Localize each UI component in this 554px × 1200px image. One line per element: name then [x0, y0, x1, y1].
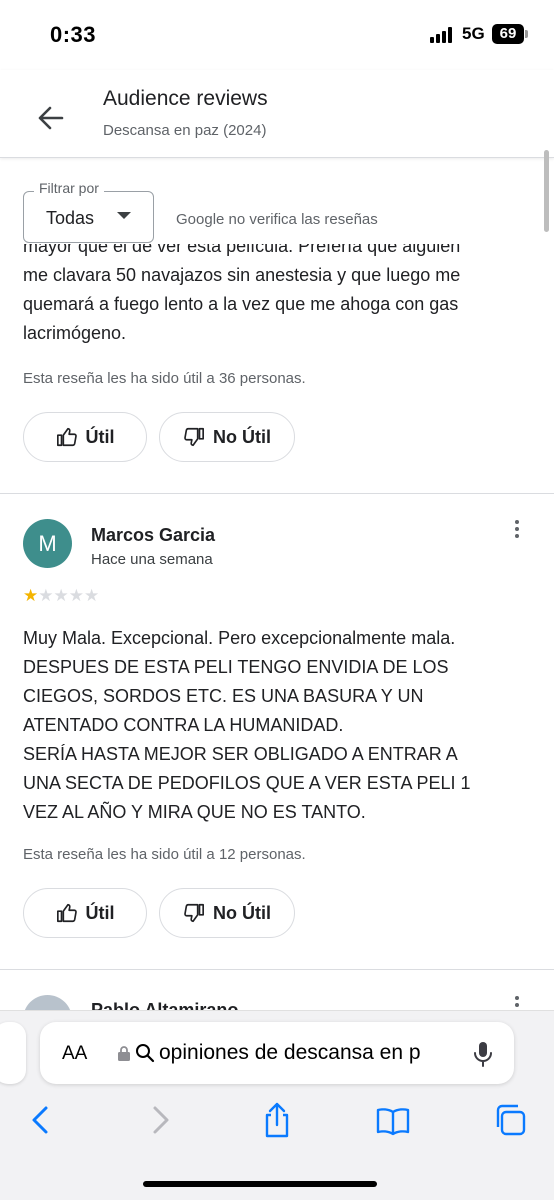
battery-tip	[525, 30, 528, 38]
thumb-up-icon	[56, 903, 77, 923]
review-2-useful-button[interactable]: Útil	[23, 888, 147, 938]
avatar[interactable]: M	[23, 519, 72, 568]
filter-value: Todas	[46, 208, 95, 228]
back-arrow-icon[interactable]	[22, 1100, 58, 1140]
back-button[interactable]	[28, 98, 74, 138]
review-2-not-useful-button[interactable]: No Útil	[159, 888, 295, 938]
home-indicator	[143, 1181, 377, 1187]
tabs-icon[interactable]	[493, 1100, 529, 1140]
page-subtitle: Descansa en paz (2024)	[103, 122, 267, 139]
status-time: 0:33	[50, 22, 97, 47]
more-options-icon[interactable]	[512, 520, 522, 542]
review-1-text: mayor que el de ver esta película. Prefe…	[23, 244, 461, 343]
divider	[0, 969, 554, 970]
arrow-left-icon	[38, 106, 64, 130]
useful-label: Útil	[85, 902, 115, 923]
caret-down-icon	[117, 212, 131, 219]
address-bar[interactable]: AA opiniones de descansa en p	[40, 1022, 514, 1084]
more-options-icon[interactable]	[512, 996, 522, 1010]
thumb-down-icon	[184, 903, 204, 923]
battery-icon: 69	[492, 24, 524, 44]
page-title: Audience reviews	[103, 87, 268, 110]
review-2-date: Hace una semana	[91, 551, 213, 568]
review-3-peek: Pablo Altamirano	[0, 990, 554, 1010]
divider	[0, 493, 554, 494]
search-icon	[136, 1044, 155, 1063]
verification-note: Google no verifica las reseñas	[176, 211, 378, 228]
filter-legend: Filtrar por	[34, 180, 104, 196]
network-label: 5G	[462, 24, 485, 43]
review-1-helpful-count: Esta reseña les ha sido útil a 36 person…	[23, 370, 306, 387]
thumb-down-icon	[184, 427, 204, 447]
useful-label: Útil	[85, 426, 115, 447]
forward-arrow-icon[interactable]	[143, 1100, 179, 1140]
review-1-text-clip: mayor que el de ver esta película. Prefe…	[0, 244, 554, 354]
star-icon-empty: ★★★★	[38, 586, 100, 605]
filter-dropdown[interactable]: Todas	[23, 191, 154, 243]
reader-settings-button[interactable]: AA	[62, 1043, 87, 1065]
bookmarks-icon[interactable]	[375, 1100, 411, 1140]
url-text: opiniones de descansa en p	[159, 1041, 421, 1064]
review-2-author[interactable]: Marcos Garcia	[91, 525, 215, 546]
microphone-icon[interactable]	[472, 1040, 494, 1068]
review-1-not-useful-button[interactable]: No Útil	[159, 412, 295, 462]
thumb-up-icon	[56, 427, 77, 447]
review-2-text: Muy Mala. Excepcional. Pero excepcionalm…	[23, 628, 471, 822]
review-3-author[interactable]: Pablo Altamirano	[91, 1000, 238, 1010]
review-2-helpful-count: Esta reseña les ha sido útil a 12 person…	[23, 846, 306, 863]
review-1-useful-button[interactable]: Útil	[23, 412, 147, 462]
status-bar: 0:33 5G 69	[0, 0, 554, 70]
previous-tab-peek[interactable]	[0, 1022, 26, 1084]
share-icon[interactable]	[259, 1100, 295, 1140]
lock-icon	[118, 1046, 130, 1061]
star-rating: ★★★★★	[23, 586, 99, 606]
star-icon-filled: ★	[23, 586, 39, 605]
avatar[interactable]	[23, 995, 72, 1010]
scrollbar[interactable]	[544, 150, 549, 232]
not-useful-label: No Útil	[213, 902, 271, 923]
signal-icon	[430, 27, 456, 43]
not-useful-label: No Útil	[213, 426, 271, 447]
app-header: Audience reviews Descansa en paz (2024)	[0, 70, 554, 158]
